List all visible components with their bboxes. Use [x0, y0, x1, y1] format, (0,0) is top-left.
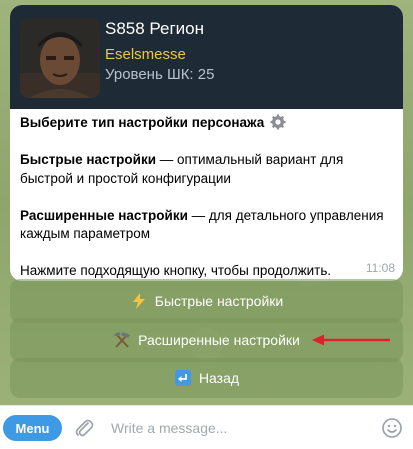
player-name: S858 Регион	[105, 19, 205, 38]
message-prompt: Нажмите подходящую кнопку, чтобы продолж…	[20, 263, 332, 278]
paperclip-icon[interactable]	[73, 417, 95, 439]
quick-settings-label: Быстрые настройки	[20, 152, 157, 167]
message-composer: Menu	[0, 405, 413, 449]
back-arrow-icon	[174, 369, 192, 387]
advanced-settings-label: Расширенные настройки	[20, 207, 188, 223]
advanced-settings-button-label: Расширенные настройки	[138, 332, 300, 348]
annotation-arrow-icon	[312, 334, 390, 346]
profile-card: S858 Регион Eselsmesse Уровень ШК: 25	[10, 5, 403, 109]
message-text: Выберите тип настройки персонажа Быстрые…	[20, 114, 395, 281]
hammer-pick-icon	[113, 331, 131, 349]
lightning-icon	[130, 292, 148, 310]
emoji-icon[interactable]	[381, 417, 403, 439]
quick-settings-button-label: Быстрые настройки	[154, 293, 284, 309]
message-input[interactable]	[111, 414, 371, 442]
back-button[interactable]: Назад	[10, 358, 403, 398]
message-title: Выберите тип настройки персонажа	[20, 115, 265, 130]
message-time: 11:08	[365, 261, 395, 275]
guild-name[interactable]: Eselsmesse	[105, 46, 186, 63]
back-button-label: Назад	[198, 370, 240, 386]
level-text: Уровень ШК: 25	[105, 66, 215, 83]
player-avatar	[20, 18, 100, 98]
bot-message: S858 Регион Eselsmesse Уровень ШК: 25 Вы…	[10, 5, 403, 281]
menu-button[interactable]: Menu	[3, 415, 62, 441]
gear-icon	[270, 114, 286, 130]
quick-settings-button[interactable]: Быстрые настройки	[10, 279, 403, 323]
